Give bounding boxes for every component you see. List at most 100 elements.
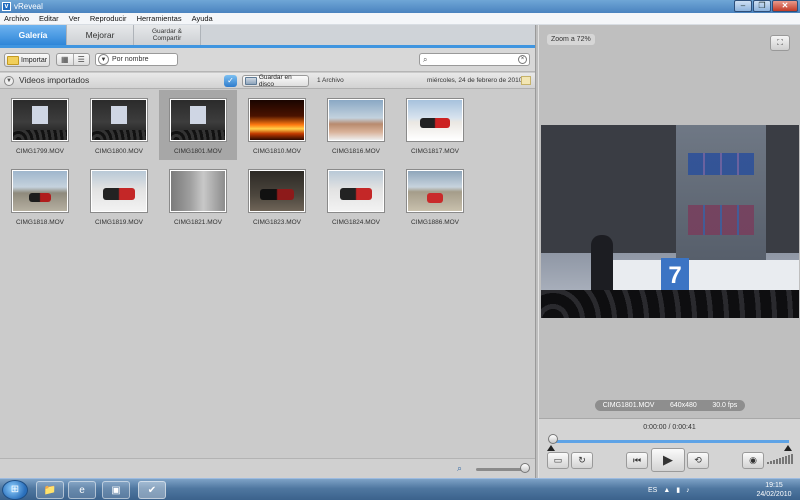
- menu-herramientas[interactable]: Herramientas: [137, 14, 182, 23]
- thumbnail-caption: CIMG1819.MOV: [94, 219, 144, 226]
- previous-frame-button[interactable]: ⏮: [626, 452, 648, 469]
- media-app-icon[interactable]: ▣: [102, 481, 130, 499]
- tab-guardar-compartir[interactable]: Guardar & Compartir: [134, 25, 201, 45]
- network-icon[interactable]: ▮: [676, 486, 680, 494]
- thumbnail-item[interactable]: CIMG1801.MOV: [159, 90, 237, 160]
- sort-label: Por nombre: [112, 56, 149, 63]
- thumbnail-item[interactable]: CIMG1817.MOV: [396, 90, 474, 160]
- preview-screen: [676, 125, 766, 270]
- thumbnail-caption: CIMG1821.MOV: [173, 219, 223, 226]
- thumbnail-image: [249, 99, 305, 141]
- search-input[interactable]: ⌕ ×: [419, 53, 530, 66]
- thumbnail-caption: CIMG1816.MOV: [331, 148, 381, 155]
- tray-icon[interactable]: ▲: [663, 487, 670, 494]
- start-button[interactable]: ⊞: [2, 480, 28, 500]
- language-indicator[interactable]: ES: [648, 487, 657, 494]
- sort-dropdown[interactable]: ▼ Por nombre: [95, 53, 178, 66]
- chevron-down-icon: ▼: [98, 54, 109, 65]
- thumbnail-caption: CIMG1810.MOV: [252, 148, 302, 155]
- view-toggle: ▦ ☰: [56, 53, 90, 66]
- save-to-disk-button[interactable]: Guardar en disco: [242, 74, 309, 88]
- menu-archivo[interactable]: Archivo: [4, 14, 29, 23]
- video-info-bar: CIMG1801.MOV 640x480 30.0 fps: [595, 400, 745, 411]
- thumbnail-item[interactable]: CIMG1823.MOV: [238, 161, 316, 231]
- select-all-checkbox[interactable]: ✓: [224, 75, 237, 87]
- thumbnail-item[interactable]: CIMG1810.MOV: [238, 90, 316, 160]
- video-preview[interactable]: 7: [541, 125, 799, 318]
- clock-time: 19:15: [765, 482, 783, 489]
- internet-explorer-icon[interactable]: e: [68, 481, 96, 499]
- fullscreen-button[interactable]: ⛶: [770, 35, 790, 51]
- trim-start-marker[interactable]: [547, 445, 555, 451]
- clock-date: 24/02/2010: [756, 491, 792, 498]
- list-view-icon[interactable]: ☰: [74, 54, 90, 65]
- thumbnail-item[interactable]: CIMG1821.MOV: [159, 161, 237, 231]
- tab-guardar-label-1: Guardar &: [152, 28, 182, 35]
- volume-icon[interactable]: ♪: [686, 487, 690, 494]
- thumbnail-caption: CIMG1818.MOV: [15, 219, 65, 226]
- thumbnail-item[interactable]: CIMG1799.MOV: [1, 90, 79, 160]
- thumbnail-image: [12, 170, 68, 212]
- restore-button[interactable]: ❐: [753, 0, 771, 12]
- folder-note-icon: [521, 76, 531, 85]
- thumbnail-item[interactable]: CIMG1800.MOV: [80, 90, 158, 160]
- thumbnail-caption: CIMG1801.MOV: [173, 148, 223, 155]
- playback-controls: 0:00:00 / 0:00:41 ▭ ↻ ⏮ ▶ ⟲ ◉: [539, 418, 800, 478]
- group-header: ▼ Videos importados ✓ Guardar en disco 1…: [0, 73, 535, 89]
- camera-icon[interactable]: ◉: [742, 452, 764, 469]
- import-label: Importar: [21, 56, 48, 64]
- close-button[interactable]: ✕: [772, 0, 798, 12]
- trim-end-marker[interactable]: [784, 445, 792, 451]
- search-icon: ⌕: [423, 55, 428, 64]
- menu-ver[interactable]: Ver: [69, 14, 80, 23]
- import-button[interactable]: Importar: [4, 53, 50, 67]
- explorer-icon[interactable]: 📁: [36, 481, 64, 499]
- gallery-toolbar: Importar ▦ ☰ ▼ Por nombre ⌕ ×: [0, 48, 535, 72]
- menu-reproducir[interactable]: Reproducir: [90, 14, 127, 23]
- preview-panel: Zoom a 72% ⛶ 7 CIMG1801.MOV 640x480 30.0…: [539, 25, 800, 478]
- thumbnail-caption: CIMG1824.MOV: [331, 219, 381, 226]
- thumbnail-caption: CIMG1817.MOV: [410, 148, 460, 155]
- thumbnail-item[interactable]: CIMG1816.MOV: [317, 90, 395, 160]
- clip-resolution: 640x480: [669, 402, 697, 409]
- clock[interactable]: 19:15 24/02/2010: [754, 481, 794, 499]
- collapse-icon[interactable]: ▼: [4, 76, 14, 86]
- gallery-panel: Galería Mejorar Guardar & Compartir Impo…: [0, 25, 535, 478]
- thumbnail-size-icon: ⌕: [457, 463, 463, 473]
- menu-ayuda[interactable]: Ayuda: [192, 14, 213, 23]
- thumbnail-grid: CIMG1799.MOV CIMG1800.MOV CIMG1801.MOV CIMG…: [0, 90, 535, 460]
- menu-editar[interactable]: Editar: [39, 14, 59, 23]
- thumbnail-item[interactable]: CIMG1818.MOV: [1, 161, 79, 231]
- thumbnail-item[interactable]: CIMG1819.MOV: [80, 161, 158, 231]
- window-title: vReveal: [14, 2, 43, 11]
- thumbnail-item[interactable]: CIMG1886.MOV: [396, 161, 474, 231]
- thumbnail-item[interactable]: CIMG1824.MOV: [317, 161, 395, 231]
- grid-view-icon[interactable]: ▦: [57, 54, 74, 65]
- clip-fps: 30.0 fps: [712, 402, 738, 409]
- tab-galeria[interactable]: Galería: [0, 25, 67, 45]
- tab-mejorar[interactable]: Mejorar: [67, 25, 134, 45]
- folder-icon: [7, 55, 19, 65]
- thumbnail-image: [91, 99, 147, 141]
- clip-name: CIMG1801.MOV: [602, 402, 655, 409]
- minimize-button[interactable]: –: [734, 0, 752, 12]
- seek-handle[interactable]: [548, 434, 558, 444]
- save-to-disk-label: Guardar en disco: [258, 74, 292, 88]
- thumbnail-image: [407, 99, 463, 141]
- clear-icon[interactable]: ×: [518, 55, 527, 64]
- vreveal-taskbar-icon[interactable]: ✔: [138, 481, 166, 499]
- thumbnail-image: [407, 170, 463, 212]
- thumbnail-image: [12, 99, 68, 141]
- loop-icon[interactable]: ⟲: [687, 452, 709, 469]
- play-icon[interactable]: ▶: [651, 448, 685, 472]
- tab-bar: Galería Mejorar Guardar & Compartir: [0, 25, 535, 45]
- compare-button[interactable]: ▭: [547, 452, 569, 469]
- volume-control[interactable]: [767, 454, 794, 464]
- group-date: miércoles, 24 de febrero de 2010: [427, 77, 523, 84]
- rotate-icon[interactable]: ↻: [571, 452, 593, 469]
- thumbnail-caption: CIMG1800.MOV: [94, 148, 144, 155]
- thumbnail-size-knob[interactable]: [520, 463, 530, 473]
- system-tray: ES ▲ ▮ ♪: [648, 479, 696, 500]
- thumbnail-caption: CIMG1886.MOV: [410, 219, 460, 226]
- seek-bar[interactable]: [553, 440, 789, 443]
